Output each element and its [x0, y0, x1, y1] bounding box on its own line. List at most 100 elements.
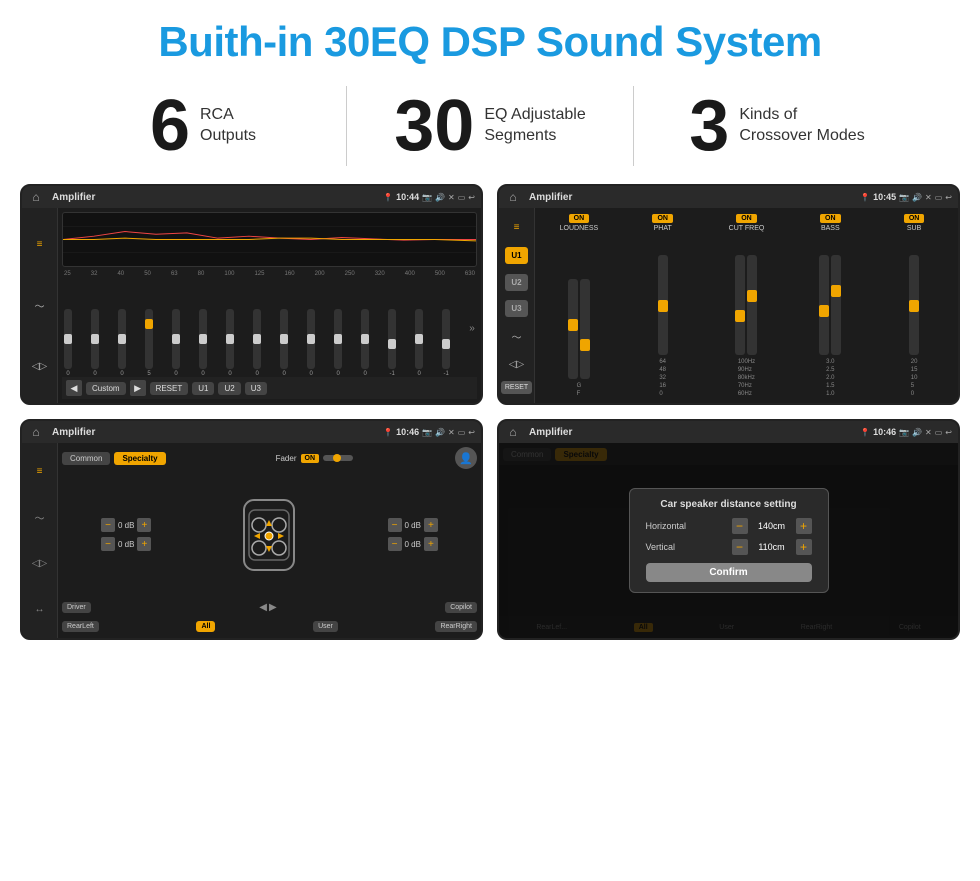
eq-next-btn[interactable]: ▶ — [130, 380, 146, 396]
eq-track-3[interactable] — [145, 309, 153, 369]
left-top-plus[interactable]: + — [137, 518, 151, 532]
eq-track-6[interactable] — [226, 309, 234, 369]
common-home-icon[interactable]: ⌂ — [28, 424, 44, 440]
eq-thumb-7[interactable] — [253, 334, 261, 344]
back-icon[interactable]: ↩ — [468, 193, 475, 202]
eq-thumb-5[interactable] — [199, 334, 207, 344]
eq-thumb-6[interactable] — [226, 334, 234, 344]
left-bot-minus[interactable]: − — [101, 537, 115, 551]
amp-loudness-thumb-r[interactable] — [580, 339, 590, 351]
eq-sidebar-speaker-icon[interactable]: ◁▷ — [29, 356, 51, 378]
amp-loudness-slider-l[interactable] — [568, 279, 578, 379]
eq-thumb-8[interactable] — [280, 334, 288, 344]
cs-eq-icon[interactable]: ≡ — [29, 461, 51, 483]
all-btn[interactable]: All — [196, 621, 215, 632]
amp-u1-sidebar[interactable]: U1 — [505, 247, 527, 264]
right-top-plus[interactable]: + — [424, 518, 438, 532]
common-tab-btn[interactable]: Common — [62, 452, 110, 465]
amp-bass-slider-f[interactable] — [819, 255, 829, 355]
eq-track-2[interactable] — [118, 309, 126, 369]
amp-loudness-thumb-l[interactable] — [568, 319, 578, 331]
amp-sub-slider[interactable] — [909, 255, 919, 355]
amp-back-icon[interactable]: ↩ — [945, 193, 952, 202]
user-btn[interactable]: User — [313, 621, 338, 632]
eq-thumb-1[interactable] — [91, 334, 99, 344]
amp-sidebar-wave-icon[interactable]: 〜 — [506, 325, 528, 347]
home-icon[interactable]: ⌂ — [28, 189, 44, 205]
eq-thumb-9[interactable] — [307, 334, 315, 344]
amp-u3-sidebar[interactable]: U3 — [505, 300, 527, 317]
amp-loudness-slider-r[interactable] — [580, 279, 590, 379]
amp-bass-on[interactable]: ON — [820, 214, 841, 223]
amp-sidebar-eq-icon[interactable]: ≡ — [506, 217, 528, 239]
eq-thumb-4[interactable] — [172, 334, 180, 344]
eq-thumb-0[interactable] — [64, 334, 72, 344]
arrow-right-icon[interactable]: ▶ — [269, 602, 277, 613]
eq-thumb-13[interactable] — [415, 334, 423, 344]
amp-phat-on[interactable]: ON — [652, 214, 673, 223]
eq-u3-btn[interactable]: U3 — [245, 382, 267, 395]
amp-sub-thumb[interactable] — [909, 300, 919, 312]
amp-home-icon[interactable]: ⌂ — [505, 189, 521, 205]
eq-thumb-2[interactable] — [118, 334, 126, 344]
eq-track-5[interactable] — [199, 309, 207, 369]
eq-track-0[interactable] — [64, 309, 72, 369]
cs-wave-icon[interactable]: 〜 — [29, 507, 51, 529]
driver-btn[interactable]: Driver — [62, 602, 91, 613]
dialog-back-icon[interactable]: ↩ — [945, 428, 952, 437]
specialty-tab-btn[interactable]: Specialty — [114, 452, 165, 465]
eq-u1-btn[interactable]: U1 — [192, 382, 214, 395]
vertical-minus-btn[interactable]: − — [732, 539, 748, 555]
confirm-button[interactable]: Confirm — [646, 563, 812, 582]
eq-thumb-3[interactable] — [145, 319, 153, 329]
cs-vol-icon[interactable]: ◁▷ — [29, 552, 51, 574]
dialog-home-icon[interactable]: ⌂ — [505, 424, 521, 440]
eq-custom-btn[interactable]: Custom — [86, 382, 126, 395]
amp-cutfreq-slider-f[interactable] — [735, 255, 745, 355]
amp-loudness-on[interactable]: ON — [569, 214, 590, 223]
eq-track-8[interactable] — [280, 309, 288, 369]
amp-phat-thumb[interactable] — [658, 300, 668, 312]
eq-thumb-10[interactable] — [334, 334, 342, 344]
eq-prev-btn[interactable]: ◀ — [66, 380, 82, 396]
eq-reset-btn[interactable]: RESET — [150, 382, 189, 395]
eq-track-4[interactable] — [172, 309, 180, 369]
eq-track-7[interactable] — [253, 309, 261, 369]
left-top-minus[interactable]: − — [101, 518, 115, 532]
amp-reset-btn[interactable]: RESET — [501, 381, 532, 394]
eq-track-1[interactable] — [91, 309, 99, 369]
right-top-minus[interactable]: − — [388, 518, 402, 532]
cs-arrows-icon[interactable]: ↔ — [29, 598, 51, 620]
eq-thumb-12[interactable] — [388, 339, 396, 349]
right-bot-minus[interactable]: − — [388, 537, 402, 551]
rearleft-btn[interactable]: RearLeft — [62, 621, 99, 632]
eq-u2-btn[interactable]: U2 — [218, 382, 240, 395]
copilot-btn[interactable]: Copilot — [445, 602, 477, 613]
fader-thumb[interactable] — [333, 454, 341, 462]
amp-cutfreq-on[interactable]: ON — [736, 214, 757, 223]
horizontal-plus-btn[interactable]: + — [796, 518, 812, 534]
amp-bass-thumb-g[interactable] — [831, 285, 841, 297]
eq-thumb-14[interactable] — [442, 339, 450, 349]
amp-cutfreq-slider-g[interactable] — [747, 255, 757, 355]
left-bot-plus[interactable]: + — [137, 537, 151, 551]
user-icon[interactable]: 👤 — [455, 447, 477, 469]
arrow-left-icon[interactable]: ◀ — [259, 602, 267, 613]
amp-sidebar-spk-icon[interactable]: ◁▷ — [506, 353, 528, 375]
eq-track-12[interactable] — [388, 309, 396, 369]
eq-sidebar-wave-icon[interactable]: 〜 — [29, 295, 51, 317]
amp-bass-thumb-f[interactable] — [819, 305, 829, 317]
eq-sidebar-eq-icon[interactable]: ≡ — [29, 234, 51, 256]
rearright-btn[interactable]: RearRight — [435, 621, 477, 632]
amp-u2-sidebar[interactable]: U2 — [505, 274, 527, 291]
fader-on-badge[interactable]: ON — [301, 454, 320, 463]
amp-cutfreq-thumb-g[interactable] — [747, 290, 757, 302]
eq-more-icon[interactable]: » — [469, 323, 475, 334]
eq-track-10[interactable] — [334, 309, 342, 369]
fader-slider[interactable] — [323, 455, 353, 461]
eq-thumb-11[interactable] — [361, 334, 369, 344]
vertical-plus-btn[interactable]: + — [796, 539, 812, 555]
eq-track-13[interactable] — [415, 309, 423, 369]
amp-bass-slider-g[interactable] — [831, 255, 841, 355]
common-back-icon[interactable]: ↩ — [468, 428, 475, 437]
